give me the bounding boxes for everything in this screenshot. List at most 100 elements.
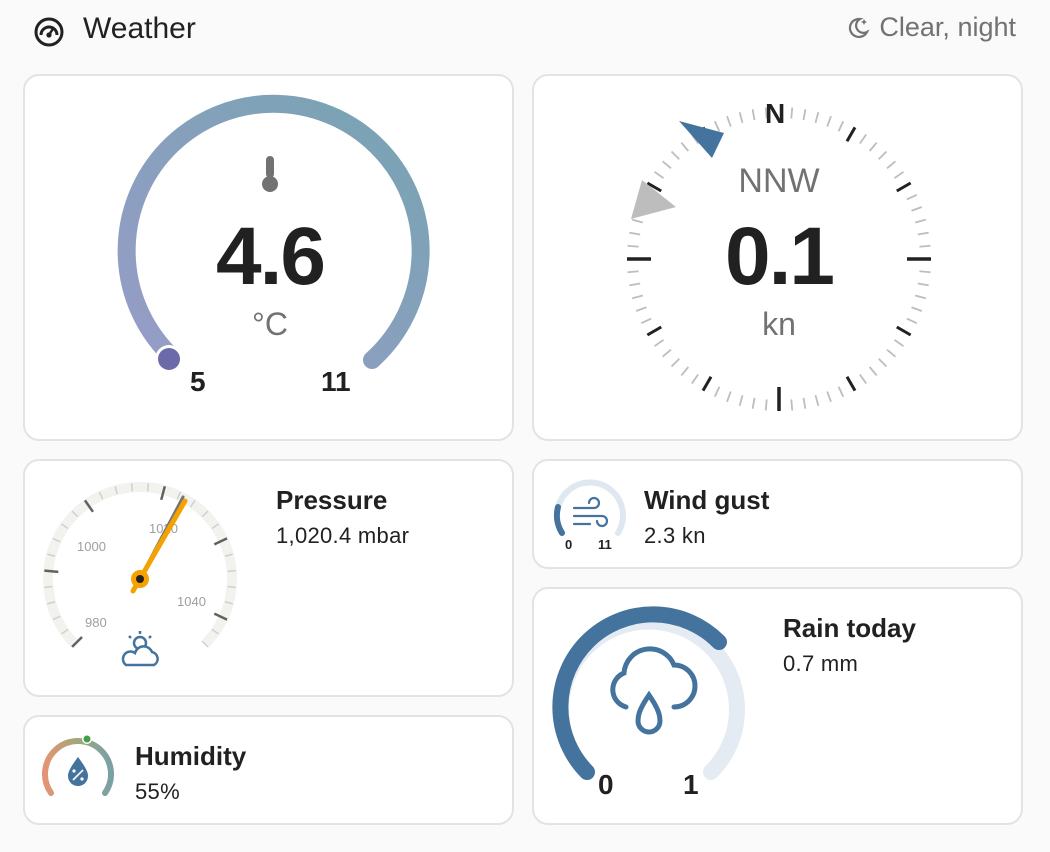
wind-gust-gauge — [553, 479, 626, 536]
compass-tick — [859, 373, 867, 385]
wind-speed-value: 0.1 — [725, 211, 835, 302]
compass-tick — [814, 111, 820, 124]
compass-tick — [893, 339, 905, 347]
thermometer-icon — [262, 156, 278, 192]
compass-tick — [713, 386, 721, 398]
compass-tick — [906, 317, 918, 325]
pressure-ticks — [43, 482, 237, 648]
rain-today-name: Rain today — [783, 613, 916, 643]
wind-gust-card[interactable]: 0 11 Wind gust 2.3 kn — [532, 459, 1023, 569]
compass-north-label: N — [765, 98, 786, 129]
compass-tick — [640, 317, 652, 325]
moon-star-icon — [849, 17, 870, 38]
pressure-dial-band — [43, 482, 237, 648]
compass-tick — [646, 325, 662, 337]
compass-tick — [868, 141, 878, 152]
wind-gust-name: Wind gust — [644, 485, 770, 515]
compass-tick — [635, 306, 647, 312]
compass-tick — [680, 366, 690, 377]
compass-tick — [878, 358, 888, 368]
compass-tick — [713, 120, 721, 132]
humidity-state: 55% — [135, 779, 180, 804]
rain-today-card[interactable]: 0 1 Rain today 0.7 mm — [532, 587, 1023, 825]
compass-tick — [868, 366, 878, 377]
humidity-name: Humidity — [135, 741, 247, 771]
pressure-name: Pressure — [276, 485, 388, 515]
compass-tick — [893, 171, 905, 179]
compass-tick — [680, 141, 690, 152]
wind-gust-state: 2.3 kn — [644, 523, 706, 548]
compass-tick — [845, 126, 857, 142]
page-title: Weather — [83, 12, 196, 45]
compass-tick — [751, 397, 756, 409]
compass-tick — [802, 397, 807, 409]
compass-tick — [886, 160, 897, 170]
wind-gust-min-label: 0 — [565, 537, 573, 552]
compass-tick — [814, 394, 820, 407]
humidity-icon — [68, 757, 88, 786]
compass-tick — [859, 133, 867, 145]
compass-tick — [738, 394, 744, 407]
weather-status[interactable]: Clear, night — [845, 12, 1016, 43]
compass-tick — [701, 376, 713, 392]
compass-tick — [790, 399, 794, 411]
compass-tick — [878, 150, 888, 160]
compass-tick — [837, 120, 845, 132]
rain-max-label: 1 — [683, 769, 699, 800]
temperature-value: 4.6 — [216, 211, 326, 302]
compass-tick — [826, 391, 832, 403]
pressure-tick-label: 980 — [85, 615, 107, 630]
pressure-tick — [227, 585, 236, 589]
partly-cloudy-icon — [121, 631, 159, 667]
compass-tick — [726, 115, 732, 127]
pressure-card[interactable]: 980 1000 1020 1040 Pressure 1,020.4 mbar — [23, 459, 514, 697]
pressure-tick-label: 1000 — [77, 539, 106, 554]
compass-tick — [790, 107, 794, 119]
wind-compass-card[interactable]: N NNW 0.1 kn — [532, 74, 1023, 441]
compass-tick — [751, 109, 756, 121]
wind-icon — [572, 496, 609, 528]
compass-tick — [661, 160, 672, 170]
humidity-card[interactable]: Humidity 55% — [23, 715, 514, 825]
compass-tick — [653, 171, 665, 179]
pressure-gauge: 980 1000 1020 1040 — [43, 482, 237, 667]
compass-tick — [837, 386, 845, 398]
compass-tick — [726, 391, 732, 403]
compass-tick — [826, 115, 832, 127]
compass-tick — [802, 109, 807, 121]
compass-tick — [670, 150, 680, 160]
rain-today-state: 0.7 mm — [783, 651, 859, 676]
compass-tick — [738, 111, 744, 124]
compass-tick — [886, 348, 897, 358]
compass-tick — [896, 181, 912, 193]
temperature-unit: °C — [252, 306, 288, 342]
compass-tick — [764, 399, 768, 411]
rain-cloud-icon — [610, 646, 698, 735]
pressure-tick — [227, 569, 236, 573]
pressure-tick — [44, 569, 59, 574]
pressure-state: 1,020.4 mbar — [276, 523, 410, 548]
gauge-icon — [34, 17, 64, 47]
wind-gust-max-label: 11 — [598, 537, 612, 552]
pressure-tick — [130, 483, 134, 492]
compass-tick — [896, 325, 912, 337]
compass-tick — [691, 373, 699, 385]
temperature-card[interactable]: 4.6 °C 5 11 — [23, 74, 514, 441]
dashboard-header: Weather Clear, night — [0, 0, 1050, 64]
temperature-max-label: 11 — [321, 366, 351, 397]
compass-tick — [653, 339, 665, 347]
compass-tick — [670, 358, 680, 368]
rain-min-label: 0 — [598, 769, 614, 800]
compass-tick — [845, 376, 857, 392]
weather-status-label: Clear, night — [879, 12, 1016, 42]
compass-tick — [906, 193, 918, 201]
compass-tick — [911, 306, 923, 312]
temperature-min-label: 5 — [190, 366, 206, 397]
pressure-tick-label: 1040 — [177, 594, 206, 609]
wind-direction-label: NNW — [738, 162, 820, 200]
humidity-gauge — [42, 734, 114, 796]
compass-tick — [661, 348, 672, 358]
wind-speed-unit: kn — [762, 306, 796, 342]
pressure-tick — [44, 585, 53, 589]
rain-gauge — [552, 606, 745, 780]
